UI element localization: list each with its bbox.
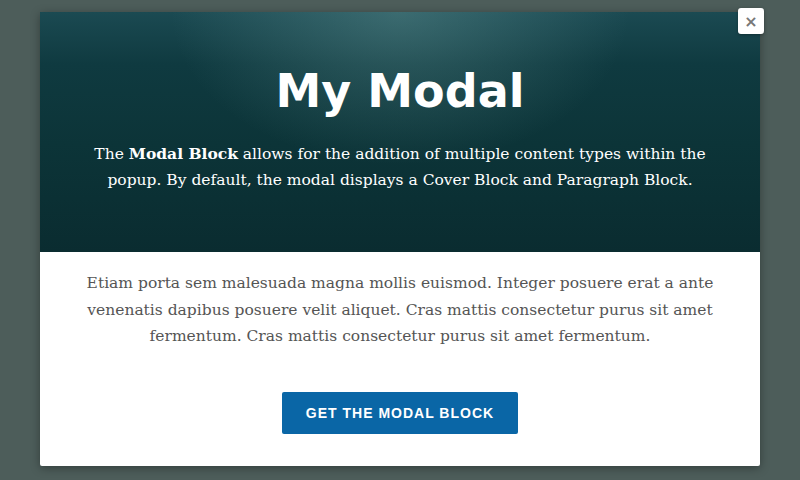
modal-content: Etiam porta sem malesuada magna mollis e… — [40, 252, 760, 466]
cover-block: My Modal The Modal Block allows for the a… — [40, 12, 760, 252]
text-run: The — [94, 145, 128, 163]
body-paragraph: Etiam porta sem malesuada magna mollis e… — [80, 270, 720, 350]
modal-title: My Modal — [276, 64, 525, 119]
cover-paragraph: The Modal Block allows for the addition … — [90, 141, 710, 193]
modal-dialog: My Modal The Modal Block allows for the a… — [40, 12, 760, 466]
bold-text: Modal Block — [129, 144, 238, 163]
close-button[interactable]: × — [738, 8, 764, 34]
get-modal-block-button[interactable]: GET THE MODAL BLOCK — [282, 392, 518, 434]
